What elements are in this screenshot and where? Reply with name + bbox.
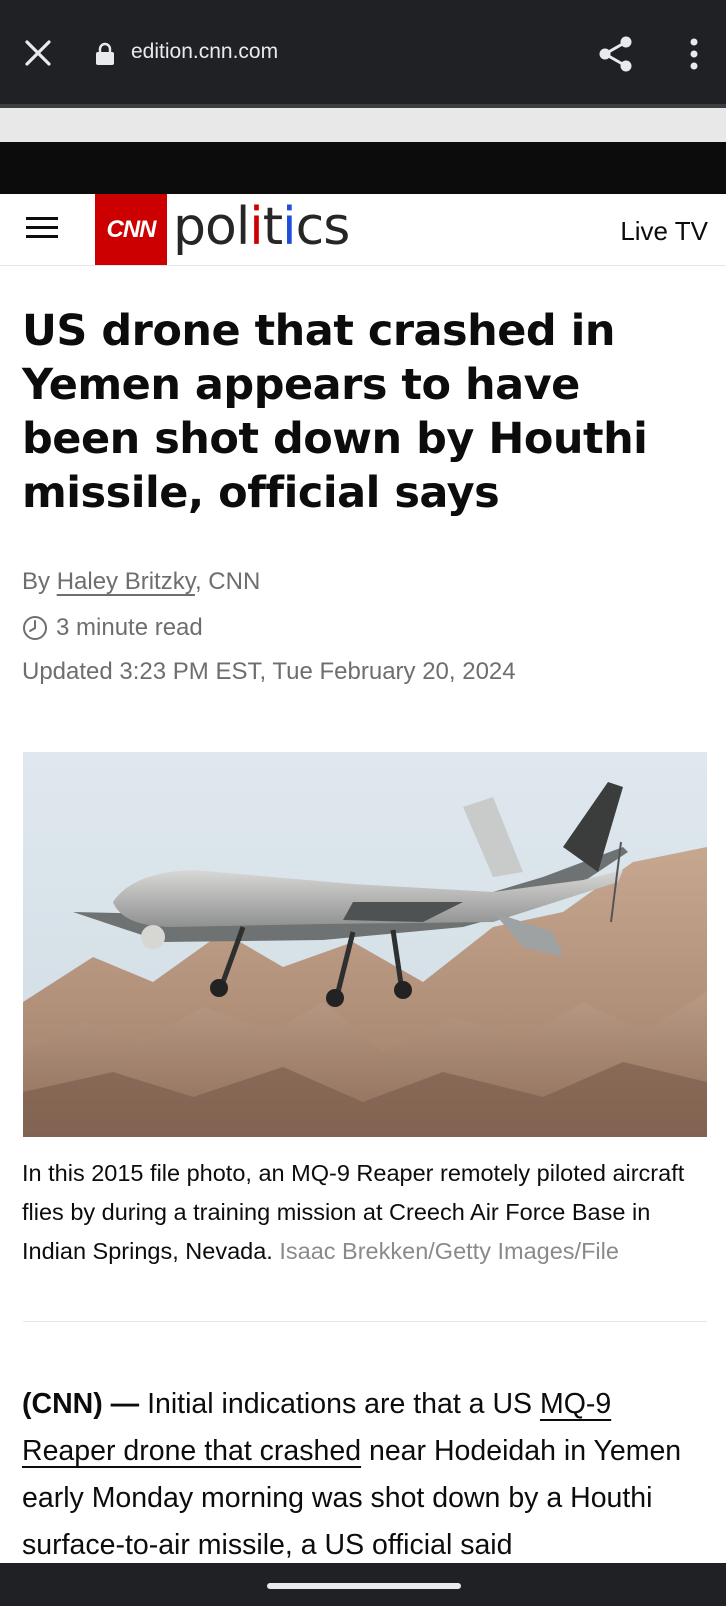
cnn-logo-text: CNN	[106, 215, 157, 243]
section-letter: c	[295, 197, 325, 257]
cnn-logo[interactable]: CNN	[95, 194, 167, 265]
more-options-icon[interactable]	[680, 32, 708, 76]
photo-credit: Isaac Brekken/Getty Images/File	[279, 1238, 619, 1264]
section-letter: o	[205, 197, 237, 257]
caption-divider	[23, 1321, 707, 1322]
read-time-text: 3 minute read	[56, 614, 203, 641]
byline-prefix: By	[22, 568, 57, 595]
section-letter: t	[262, 197, 283, 257]
paragraph-text-1: Initial indications are that a US	[139, 1388, 540, 1420]
article-headline: US drone that crashed in Yemen appears t…	[22, 306, 648, 518]
section-letter: s	[323, 197, 350, 257]
read-time: 3 minute read	[22, 614, 203, 642]
section-letter: l	[235, 197, 250, 257]
byline: By Haley Britzky, CNN	[22, 568, 260, 596]
section-letter: i	[282, 197, 296, 257]
section-letter: p	[173, 197, 206, 257]
ad-banner	[0, 142, 726, 194]
article-paragraph: (CNN) — Initial indications are that a U…	[22, 1381, 712, 1569]
url-text[interactable]: edition.cnn.com	[131, 40, 278, 64]
dateline: (CNN) —	[22, 1388, 140, 1420]
image-caption: In this 2015 file photo, an MQ-9 Reaper …	[22, 1154, 706, 1271]
byline-suffix: , CNN	[194, 568, 261, 595]
updated-timestamp: Updated 3:23 PM EST, Tue February 20, 20…	[22, 658, 516, 685]
close-icon[interactable]	[18, 33, 58, 73]
home-gesture-handle[interactable]	[267, 1583, 461, 1589]
hero-image-drone[interactable]	[23, 752, 707, 1137]
clock-icon	[23, 616, 47, 640]
browser-toolbar: edition.cnn.com	[0, 0, 726, 104]
author-link[interactable]: Haley Britzky	[57, 568, 195, 595]
section-title-letters: politics	[173, 197, 350, 257]
section-title-politics[interactable]: politics	[173, 197, 350, 257]
site-header: CNN politics Live TV	[0, 194, 726, 266]
ad-spacer	[0, 108, 726, 142]
menu-hamburger-icon[interactable]	[26, 211, 62, 247]
lock-icon	[94, 42, 116, 66]
section-letter: i	[249, 197, 263, 257]
live-tv-link[interactable]: Live TV	[620, 216, 708, 247]
share-icon[interactable]	[594, 32, 638, 76]
